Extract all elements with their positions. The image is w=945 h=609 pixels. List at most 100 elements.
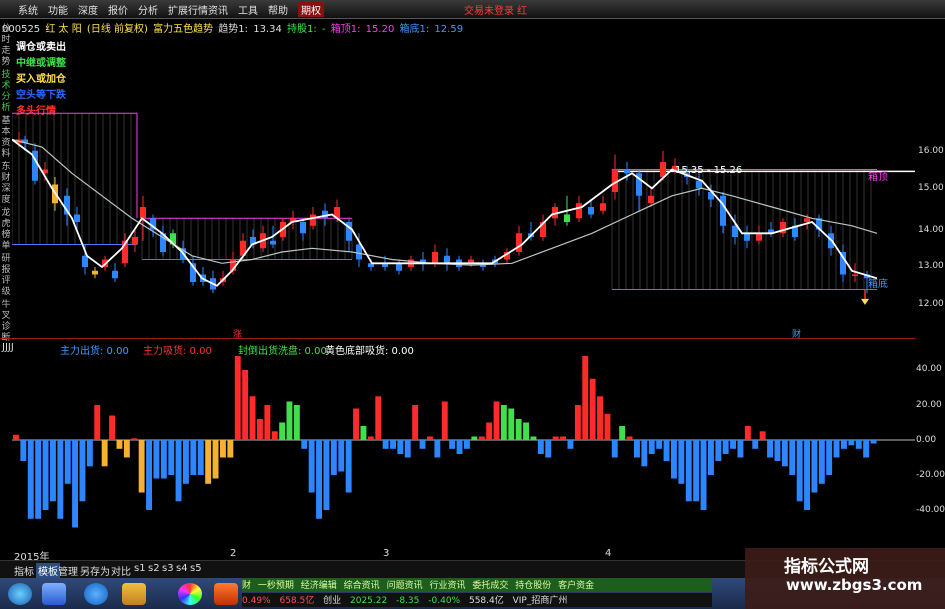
tab-manage[interactable]: 管理 (58, 563, 78, 578)
menu-options[interactable]: 期权 (298, 2, 324, 17)
menu-depth[interactable]: 深度 (78, 2, 98, 17)
indicator-bar (641, 440, 648, 467)
indicator-bar (367, 436, 374, 440)
indicator-bar (42, 440, 49, 510)
menu-analysis[interactable]: 分析 (138, 2, 158, 17)
menu-system[interactable]: 系统 (18, 2, 38, 17)
indicator-bar (471, 436, 478, 440)
tab-s5[interactable]: s5 (190, 563, 202, 574)
tab-s2[interactable]: s2 (148, 563, 160, 574)
indicator-bar (478, 436, 485, 440)
candle-body (270, 240, 276, 245)
box-bottom-marker: 箱底 (868, 279, 888, 290)
indicator-bar (390, 440, 396, 449)
indicator-bar (412, 405, 419, 440)
ticker-news-6[interactable]: 委托成交 (472, 581, 508, 591)
indicator-bar (456, 440, 463, 454)
indicator-bar (94, 405, 101, 440)
sidebar-tab-technical[interactable]: 技术分析 (0, 70, 12, 114)
sell-arrow-icon (861, 298, 869, 305)
indicator-bar (537, 440, 544, 454)
indicator-bar (663, 440, 670, 461)
indicator-bar (20, 440, 27, 461)
indicator-bar (611, 440, 618, 458)
indicator-bar (855, 440, 862, 449)
tab-compare[interactable]: 对比 (111, 563, 131, 578)
indicator-bar (153, 440, 160, 479)
time-tick-feb: 2 (230, 548, 237, 559)
sidebar-tab-depth[interactable]: 东财深度 (0, 162, 12, 206)
menu-tools[interactable]: 工具 (238, 2, 258, 17)
tab-s4[interactable]: s4 (176, 563, 188, 574)
candle-body (660, 162, 666, 177)
indicator-bar (464, 440, 470, 449)
menu-help[interactable]: 帮助 (268, 2, 288, 17)
folder-icon[interactable] (122, 583, 146, 605)
ie-browser-icon[interactable] (84, 583, 108, 605)
candle-body (852, 274, 858, 276)
candle-body (648, 195, 654, 204)
tab-indicator[interactable]: 指标 (14, 563, 34, 578)
ticker-news-0[interactable]: 财 (242, 581, 251, 591)
indicator-bar (35, 440, 42, 519)
indicator-bar (833, 440, 840, 458)
indicator-bar (249, 396, 256, 441)
indicator-bar (116, 440, 123, 449)
indicator-bar (744, 426, 751, 440)
ticker-news-4[interactable]: 问题资讯 (387, 581, 423, 591)
box-top-marker: 箱顶 (868, 172, 888, 183)
sidebar-tab-profile[interactable]: 基本资料 (0, 116, 12, 160)
ticker-news-8[interactable]: 客户资金 (558, 581, 594, 591)
indicator-bar (257, 419, 263, 440)
candle-body (74, 214, 80, 222)
watermark-url: www.zbgs3.com (786, 576, 923, 594)
ticker-news-3[interactable]: 综合资讯 (344, 581, 380, 591)
indicator-bar (441, 401, 448, 440)
panel-separator (0, 338, 915, 339)
menu-quote[interactable]: 报价 (108, 2, 128, 17)
ticker-news-2[interactable]: 经济编辑 (301, 581, 337, 591)
indicator-bar (330, 440, 337, 475)
tab-s3[interactable]: s3 (162, 563, 174, 574)
menu-news[interactable]: 资讯 (208, 2, 228, 17)
candlestick-chart (12, 112, 915, 305)
indicator-bar (545, 440, 552, 458)
explorer-icon[interactable] (42, 583, 66, 605)
indicator-bar (13, 434, 19, 441)
indicator-bar (160, 440, 167, 479)
login-status[interactable]: 交易未登录 红 (464, 2, 527, 17)
price-tick-14: 14.00 (918, 225, 944, 235)
indicator-bar (493, 401, 500, 440)
indicator-bar (197, 440, 204, 475)
ind-tick-40: 40.00 (916, 364, 942, 374)
media-player-icon[interactable] (178, 583, 202, 605)
indicator-bar (759, 431, 766, 441)
indicator-bar (678, 440, 685, 484)
sidebar-tab-dragon[interactable]: 龙虎榜单 (0, 208, 12, 252)
indicator-bar (508, 408, 515, 440)
sidebar-tab-rating[interactable]: 研报评级 (0, 254, 12, 298)
indicator-bar (767, 440, 773, 458)
tab-template[interactable]: 模板 (36, 563, 60, 578)
indicator-bar (50, 440, 56, 502)
start-button-icon[interactable] (8, 583, 32, 605)
indicator-bar (72, 440, 78, 528)
tab-s1[interactable]: s1 (134, 563, 146, 574)
candle-body (356, 244, 362, 260)
stock-app-icon[interactable] (214, 583, 238, 605)
indicator-bar (279, 422, 286, 440)
indicator-bar (434, 440, 441, 458)
menu-function[interactable]: 功能 (48, 2, 68, 17)
indicator-bar (722, 440, 729, 454)
menu-extended[interactable]: 扩展行情 (168, 2, 208, 17)
ticker-news-5[interactable]: 行业资讯 (429, 581, 465, 591)
indicator-bar (685, 440, 692, 502)
ticker-value-0: 0.49% (242, 596, 271, 606)
indicator-bar (486, 422, 493, 440)
indicator-bar (774, 440, 781, 461)
indicator-bar (708, 440, 714, 475)
ticker-news-1[interactable]: 一秒预期 (258, 581, 294, 591)
candle-body (82, 255, 88, 267)
ticker-news-7[interactable]: 持仓股份 (515, 581, 551, 591)
tab-saveas[interactable]: 另存为 (80, 563, 110, 578)
